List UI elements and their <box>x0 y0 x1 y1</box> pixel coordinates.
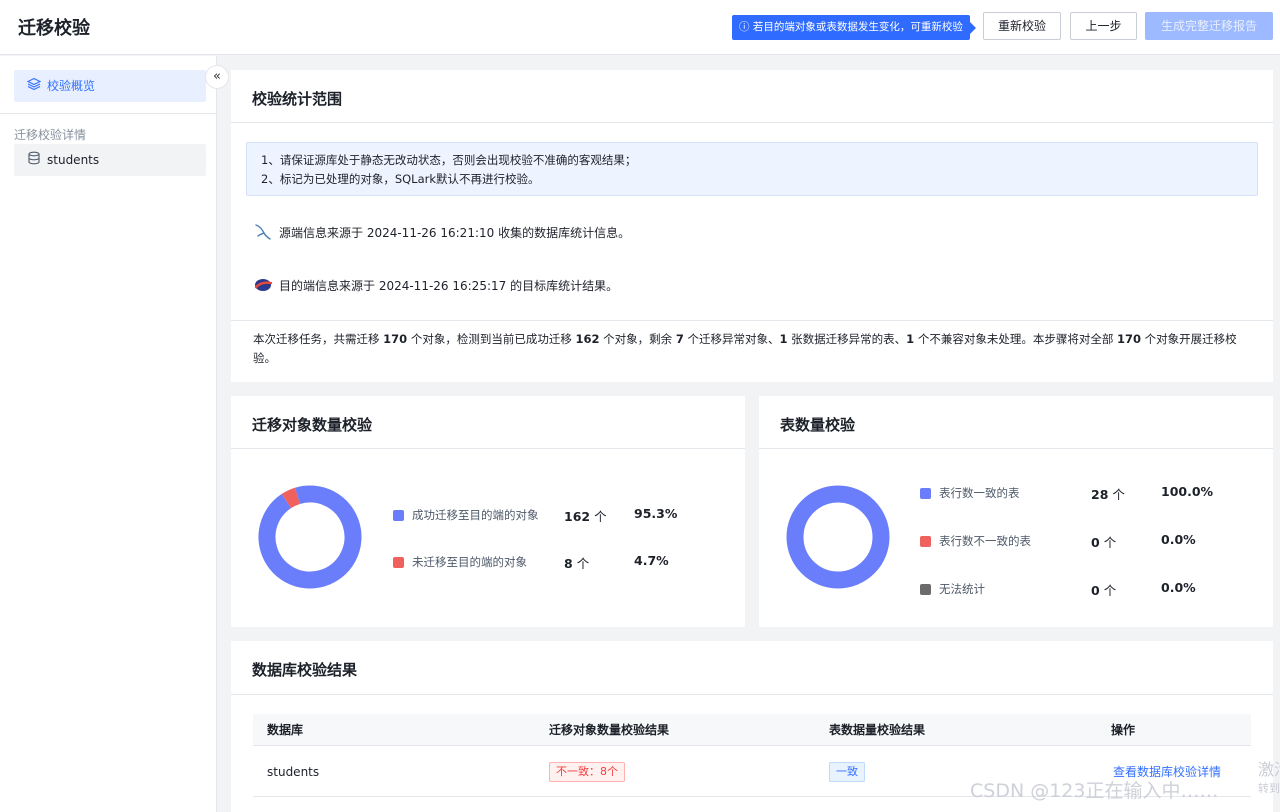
recheck-tip: ⓘ 若目的端对象或表数据发生变化，可重新校验 <box>732 15 976 40</box>
legend-count-value: 162 <box>564 509 591 524</box>
legend-count-value: 0 <box>1091 535 1100 550</box>
column-header-object-result: 迁移对象数量校验结果 <box>549 723 670 737</box>
legend-count: 0个 <box>1091 580 1116 599</box>
summary-text: 本次迁移任务，共需迁移 <box>253 332 384 346</box>
watermark: CSDN @123正在输入中…… <box>970 780 1219 802</box>
notice-line: 1、请保证源库处于静态无改动状态，否则会出现校验不准确的客观结果； <box>261 153 637 167</box>
legend-percent: 100.0% <box>1161 484 1214 499</box>
activate-windows-subtext: 转到 <box>1258 782 1280 795</box>
legend-swatch <box>920 584 931 595</box>
sidebar-item-label: 校验概览 <box>47 79 96 93</box>
recheck-tip-text: ⓘ 若目的端对象或表数据发生变化，可重新校验 <box>732 15 970 40</box>
summary-number: 170 <box>383 332 408 346</box>
migration-summary: 本次迁移任务，共需迁移 170 个对象，检测到当前已成功迁移 162 个对象，剩… <box>253 330 1253 368</box>
legend-percent: 0.0% <box>1161 532 1196 547</box>
legend-count-unit: 个 <box>1103 583 1117 598</box>
sidebar: 校验概览 迁移校验详情 students <box>0 56 217 812</box>
legend-percent: 95.3% <box>634 506 678 521</box>
layers-icon <box>26 71 42 103</box>
column-header-db: 数据库 <box>267 723 304 737</box>
summary-number: 7 <box>675 332 684 346</box>
legend-percent: 0.0% <box>1161 580 1196 595</box>
recheck-button[interactable]: 重新校验 <box>983 12 1061 40</box>
card-divider <box>231 448 745 449</box>
card-divider <box>759 448 1273 449</box>
card-divider <box>231 320 1273 321</box>
summary-number: 162 <box>575 332 600 346</box>
db-result-title: 数据库校验结果 <box>252 661 358 679</box>
column-header-action: 操作 <box>1111 723 1136 737</box>
card-divider <box>231 122 1273 123</box>
object-check-title: 迁移对象数量校验 <box>252 416 373 434</box>
activate-windows-text: 激活 <box>1258 760 1280 779</box>
legend-count-value: 28 <box>1091 487 1109 502</box>
legend-label: 成功迁移至目的端的对象 <box>412 508 539 522</box>
sidebar-group-label: 迁移校验详情 <box>14 128 87 142</box>
legend-swatch <box>393 510 404 521</box>
top-bar: 迁移校验 ⓘ 若目的端对象或表数据发生变化，可重新校验 重新校验 上一步 生成完… <box>0 0 1280 55</box>
legend-count: 8个 <box>564 553 589 572</box>
legend-count: 0个 <box>1091 532 1116 551</box>
table-check-title: 表数量校验 <box>780 416 856 434</box>
legend-count-unit: 个 <box>1103 535 1117 550</box>
legend-count-unit: 个 <box>1112 487 1125 502</box>
object-donut-chart <box>258 485 362 589</box>
legend-count: 28 个 <box>1091 484 1125 503</box>
table-check-card: 表数量校验 表行数一致的表 28 个 100.0% 表行数不一致的表 0 个 0.0% 无法统计… <box>759 396 1273 627</box>
legend-count-value: 0 <box>1091 583 1100 598</box>
summary-text: 个迁移异常对象、 <box>683 332 780 346</box>
data-result-badge: 一致 <box>829 762 865 782</box>
scope-card: 校验统计范围 1、请保证源库处于静态无改动状态，否则会出现校验不准确的客观结果；… <box>231 70 1273 382</box>
legend-percent: 4.7% <box>634 553 669 568</box>
legend-count-value: 8 <box>564 556 573 571</box>
notice-line: 2、标记为已处理的对象，SQLark默认不再进行校验。 <box>261 172 540 186</box>
sidebar-divider <box>0 113 216 114</box>
legend-count: 162 个 <box>564 506 607 525</box>
donut-slice-0 <box>786 485 890 589</box>
page-title: 迁移校验 <box>18 18 90 39</box>
db-name-cell: students <box>267 765 320 779</box>
object-result-badge: 不一致：8个 <box>549 762 625 782</box>
legend-swatch <box>920 488 931 499</box>
summary-text: 张数据迁移异常的表、 <box>787 332 907 346</box>
source-info-row: 源端信息来源于 2024-11-26 16:21:10 收集的数据库统计信息。 <box>253 222 630 245</box>
mysql-dolphin-icon <box>253 222 273 245</box>
sidebar-item-students[interactable]: students <box>14 144 206 176</box>
double-chevron-left-icon: « <box>213 69 221 84</box>
legend-label: 表行数一致的表 <box>939 486 1020 500</box>
summary-number: 1 <box>779 332 788 346</box>
summary-text: 个不兼容对象未处理。本步骤将对全部 <box>914 332 1117 346</box>
target-info-row: 目的端信息来源于 2024-11-26 16:25:17 的目标库统计结果。 <box>253 275 618 298</box>
legend-count-unit: 个 <box>594 509 607 524</box>
card-divider <box>231 694 1273 695</box>
legend-label: 未迁移至目的端的对象 <box>412 555 527 569</box>
table-header: 数据库 迁移对象数量校验结果 表数据量校验结果 操作 <box>253 714 1251 746</box>
target-info-text: 目的端信息来源于 2024-11-26 16:25:17 的目标库统计结果。 <box>279 279 619 293</box>
summary-number: 170 <box>1116 332 1141 346</box>
tip-arrow-icon <box>970 22 976 34</box>
sidebar-item-label: students <box>47 153 100 167</box>
scope-title: 校验统计范围 <box>252 90 343 108</box>
source-info-text: 源端信息来源于 2024-11-26 16:21:10 收集的数据库统计信息。 <box>279 226 631 240</box>
summary-number: 1 <box>906 332 915 346</box>
object-check-card: 迁移对象数量校验 成功迁移至目的端的对象 162 个 95.3% 未迁移至目的端的对象 8… <box>231 396 745 627</box>
legend-swatch <box>393 557 404 568</box>
generate-report-button[interactable]: 生成完整迁移报告 <box>1145 12 1273 40</box>
legend-label: 无法统计 <box>939 582 985 596</box>
legend-label: 表行数不一致的表 <box>939 534 1031 548</box>
column-header-data-result: 表数据量校验结果 <box>829 723 926 737</box>
summary-text: 个对象，剩余 <box>599 332 676 346</box>
summary-text: 个对象，检测到当前已成功迁移 <box>407 332 576 346</box>
legend-swatch <box>920 536 931 547</box>
notice-box: 1、请保证源库处于静态无改动状态，否则会出现校验不准确的客观结果； 2、标记为已… <box>246 142 1258 196</box>
collapse-sidebar-button[interactable]: « <box>205 65 229 89</box>
donut-slice-0 <box>258 485 362 589</box>
target-db-logo-icon <box>253 275 273 298</box>
table-donut-chart <box>786 485 890 589</box>
database-icon <box>27 145 41 177</box>
legend-count-unit: 个 <box>576 556 590 571</box>
sidebar-item-overview[interactable]: 校验概览 <box>14 70 206 102</box>
prev-step-button[interactable]: 上一步 <box>1070 12 1137 40</box>
